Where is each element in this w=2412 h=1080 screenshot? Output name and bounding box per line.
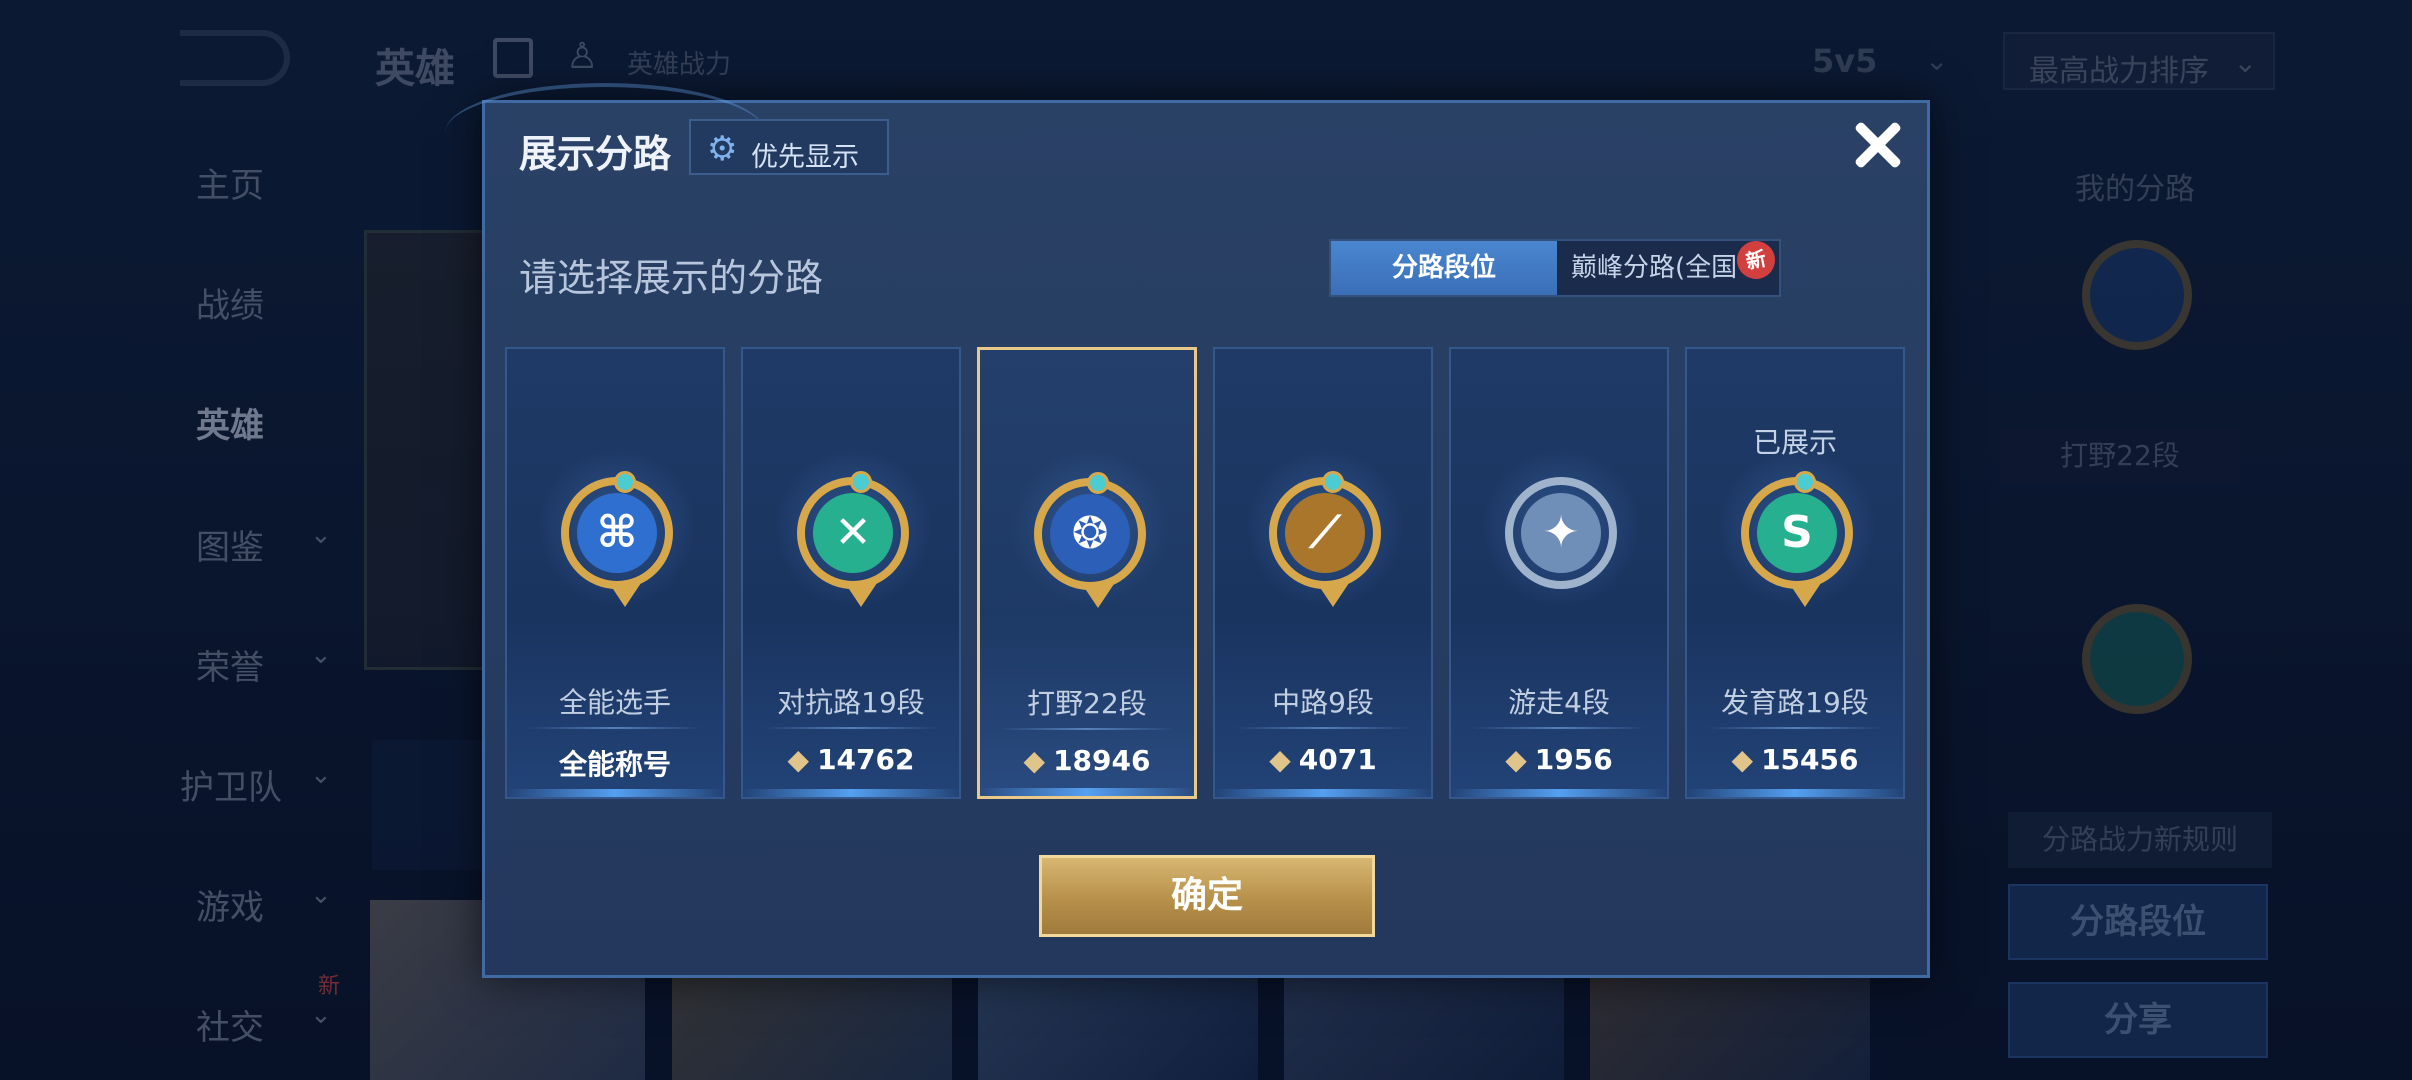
tab-lane-rank[interactable]: 分路段位 xyxy=(1331,241,1557,295)
lane-card-all-round[interactable]: ⌘ 全能选手 全能称号 xyxy=(505,347,725,799)
emblem-face: ❂ xyxy=(1050,494,1130,574)
mid-lane-emblem-icon: ⟋ xyxy=(1269,471,1381,607)
emblem-face: ⌘ xyxy=(577,493,657,573)
emblem-face: ✦ xyxy=(1521,493,1601,573)
power-icon: ◆ xyxy=(1731,743,1754,776)
lane-name: 打野22段 xyxy=(1027,687,1147,720)
dialog-title: 展示分路 xyxy=(519,132,672,176)
priority-display-button[interactable]: ⚙ 优先显示 xyxy=(689,119,889,175)
emblem-face: ⟋ xyxy=(1285,493,1365,573)
lane-power: ◆ 1956 xyxy=(1451,743,1667,776)
lane-name: 游走4段 xyxy=(1508,686,1610,719)
divider xyxy=(527,727,703,729)
farm-lane-emblem-icon: S xyxy=(1741,471,1853,607)
rank-tab-group: 分路段位 巅峰分路(全国 xyxy=(1329,239,1781,297)
lane-power: ◆ 18946 xyxy=(980,744,1194,777)
emblem-gem xyxy=(850,471,872,493)
power-value: 15456 xyxy=(1761,743,1859,776)
power-icon: ◆ xyxy=(787,743,810,776)
select-prompt: 请选择展示的分路 xyxy=(519,256,824,300)
power-icon: ◆ xyxy=(1505,743,1527,776)
lane-name: 中路9段 xyxy=(1272,686,1374,719)
clash-lane-emblem-icon: ✕ xyxy=(797,471,909,607)
close-icon[interactable] xyxy=(1843,111,1913,181)
confirm-button[interactable]: 确定 xyxy=(1039,855,1375,937)
lane-card-farm[interactable]: 已展示 S 发育路19段 ◆ 15456 xyxy=(1685,347,1905,799)
lane-name: 对抗路19段 xyxy=(777,686,925,719)
all-round-emblem-icon: ⌘ xyxy=(561,471,673,607)
lane-power: ◆ 14762 xyxy=(743,743,959,776)
card-glow xyxy=(507,789,723,797)
lane-name: 发育路19段 xyxy=(1721,686,1869,719)
lane-card-mid[interactable]: ⟋ 中路9段 ◆ 4071 xyxy=(1213,347,1433,799)
divider xyxy=(1235,727,1411,729)
lane-card-clash[interactable]: ✕ 对抗路19段 ◆ 14762 xyxy=(741,347,961,799)
power-value: 4071 xyxy=(1298,743,1377,776)
power-value: 14762 xyxy=(817,743,915,776)
power-value: 18946 xyxy=(1053,744,1151,777)
lane-card-roam[interactable]: ✦ 游走4段 ◆ 1956 xyxy=(1449,347,1669,799)
divider xyxy=(1471,727,1647,729)
lane-power: ◆ 15456 xyxy=(1687,743,1903,776)
card-glow xyxy=(743,789,959,797)
emblem-gem xyxy=(1087,472,1109,494)
card-glow xyxy=(1451,789,1667,797)
lane-power: ◆ 4071 xyxy=(1215,743,1431,776)
emblem-gem xyxy=(1322,471,1344,493)
lane-display-dialog: 展示分路 ⚙ 优先显示 请选择展示的分路 分路段位 巅峰分路(全国 新 ⌘ 全能… xyxy=(445,83,1930,978)
card-glow xyxy=(1687,789,1903,797)
roam-emblem-icon: ✦ xyxy=(1505,477,1617,589)
emblem-face: S xyxy=(1757,493,1837,573)
lane-title: 全能称号 xyxy=(558,748,671,781)
card-glow xyxy=(980,788,1194,796)
card-glow xyxy=(1215,789,1431,797)
jungle-emblem-icon: ❂ xyxy=(1034,472,1146,608)
emblem-face: ✕ xyxy=(813,493,893,573)
emblem-gem xyxy=(614,471,636,493)
power-icon: ◆ xyxy=(1269,743,1291,776)
lane-card-jungle[interactable]: ❂ 打野22段 ◆ 18946 xyxy=(977,347,1197,799)
priority-display-label: 优先显示 xyxy=(751,142,859,173)
divider xyxy=(1000,728,1174,730)
divider xyxy=(763,727,939,729)
emblem-gem xyxy=(1794,471,1816,493)
divider xyxy=(1707,727,1883,729)
power-value: 1956 xyxy=(1534,743,1613,776)
lane-name: 全能选手 xyxy=(558,686,671,719)
gear-icon: ⚙ xyxy=(707,129,738,169)
power-icon: ◆ xyxy=(1023,744,1046,777)
